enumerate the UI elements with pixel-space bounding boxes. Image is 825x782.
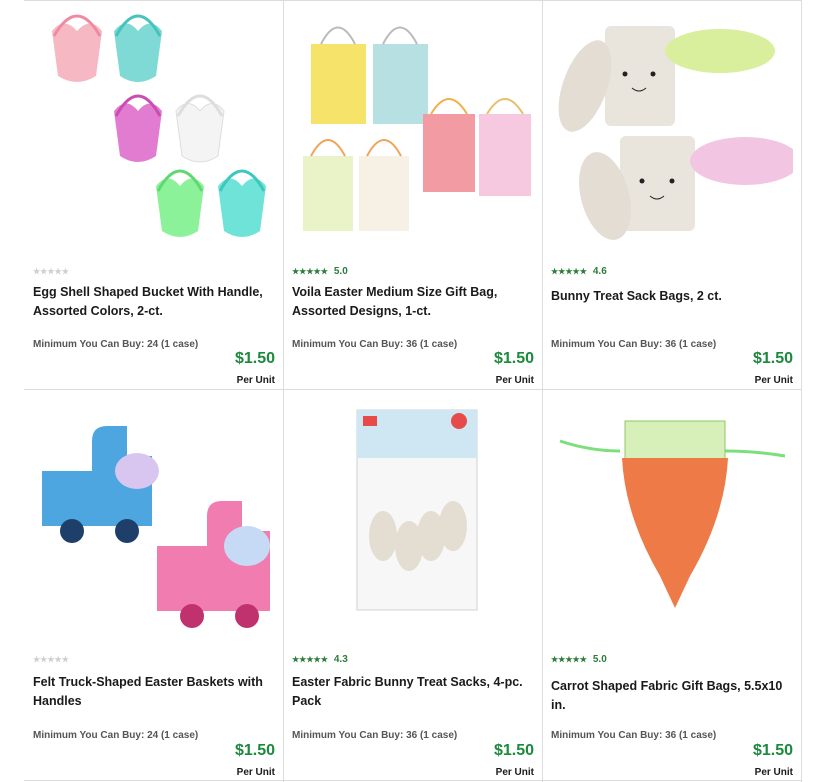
- per-unit-label: Per Unit: [495, 375, 534, 386]
- product-price: $1.50: [234, 742, 275, 759]
- minimum-buy: Minimum You Can Buy: 36 (1 case): [551, 730, 717, 741]
- product-image[interactable]: [291, 396, 534, 636]
- product-image[interactable]: [32, 396, 275, 636]
- per-unit-label: Per Unit: [236, 375, 275, 386]
- star-rating-icon: ★★★★★: [292, 266, 328, 276]
- product-rating: ★★★★★ 4.3: [292, 653, 348, 665]
- product-rating: ★★★★★: [33, 653, 75, 665]
- product-card[interactable]: ★★★★★ 5.0 Carrot Shaped Fabric Gift Bags…: [542, 390, 801, 781]
- rating-value: 4.3: [333, 653, 348, 665]
- per-unit-label: Per Unit: [495, 767, 534, 778]
- product-title[interactable]: Carrot Shaped Fabric Gift Bags, 5.5x10 i…: [551, 677, 791, 715]
- product-card[interactable]: ★★★★★ 5.0 Voila Easter Medium Size Gift …: [283, 0, 542, 390]
- divider: [801, 0, 802, 782]
- product-rating: ★★★★★ 5.0: [551, 653, 607, 665]
- product-title[interactable]: Felt Truck-Shaped Easter Baskets with Ha…: [33, 673, 273, 711]
- product-rating: ★★★★★ 5.0: [292, 265, 348, 277]
- per-unit-label: Per Unit: [754, 375, 793, 386]
- product-rating: ★★★★★ 4.6: [551, 265, 607, 277]
- minimum-buy: Minimum You Can Buy: 36 (1 case): [551, 339, 717, 350]
- product-image[interactable]: [32, 6, 275, 246]
- rating-value: 5.0: [592, 653, 607, 665]
- product-title[interactable]: Voila Easter Medium Size Gift Bag, Assor…: [292, 283, 532, 321]
- product-card[interactable]: ★★★★★ 4.6 Bunny Treat Sack Bags, 2 ct. M…: [542, 0, 801, 390]
- product-rating: ★★★★★: [33, 265, 75, 277]
- minimum-buy: Minimum You Can Buy: 24 (1 case): [33, 730, 199, 741]
- product-price: $1.50: [752, 350, 793, 367]
- product-price: $1.50: [493, 742, 534, 759]
- product-card[interactable]: ★★★★★ 4.3 Easter Fabric Bunny Treat Sack…: [283, 390, 542, 781]
- minimum-buy: Minimum You Can Buy: 36 (1 case): [292, 339, 458, 350]
- star-rating-icon: ★★★★★: [292, 654, 328, 664]
- star-rating-icon: ★★★★★: [33, 654, 69, 664]
- product-image[interactable]: [291, 6, 534, 246]
- product-image[interactable]: [550, 6, 793, 246]
- product-card[interactable]: ★★★★★ Egg Shell Shaped Bucket With Handl…: [24, 0, 283, 390]
- star-rating-icon: ★★★★★: [33, 266, 69, 276]
- product-price: $1.50: [752, 742, 793, 759]
- product-card[interactable]: ★★★★★ Felt Truck-Shaped Easter Baskets w…: [24, 390, 283, 781]
- star-rating-icon: ★★★★★: [551, 654, 587, 664]
- per-unit-label: Per Unit: [754, 767, 793, 778]
- rating-value: 5.0: [333, 265, 348, 277]
- minimum-buy: Minimum You Can Buy: 24 (1 case): [33, 339, 199, 350]
- product-title[interactable]: Egg Shell Shaped Bucket With Handle, Ass…: [33, 283, 273, 321]
- product-title[interactable]: Bunny Treat Sack Bags, 2 ct.: [551, 287, 791, 306]
- product-image[interactable]: [550, 396, 793, 636]
- rating-value: 4.6: [592, 265, 607, 277]
- product-price: $1.50: [493, 350, 534, 367]
- star-rating-icon: ★★★★★: [551, 266, 587, 276]
- product-price: $1.50: [234, 350, 275, 367]
- product-title[interactable]: Easter Fabric Bunny Treat Sacks, 4-pc. P…: [292, 673, 532, 711]
- product-grid: ★★★★★ Egg Shell Shaped Bucket With Handl…: [24, 0, 802, 782]
- minimum-buy: Minimum You Can Buy: 36 (1 case): [292, 730, 458, 741]
- per-unit-label: Per Unit: [236, 767, 275, 778]
